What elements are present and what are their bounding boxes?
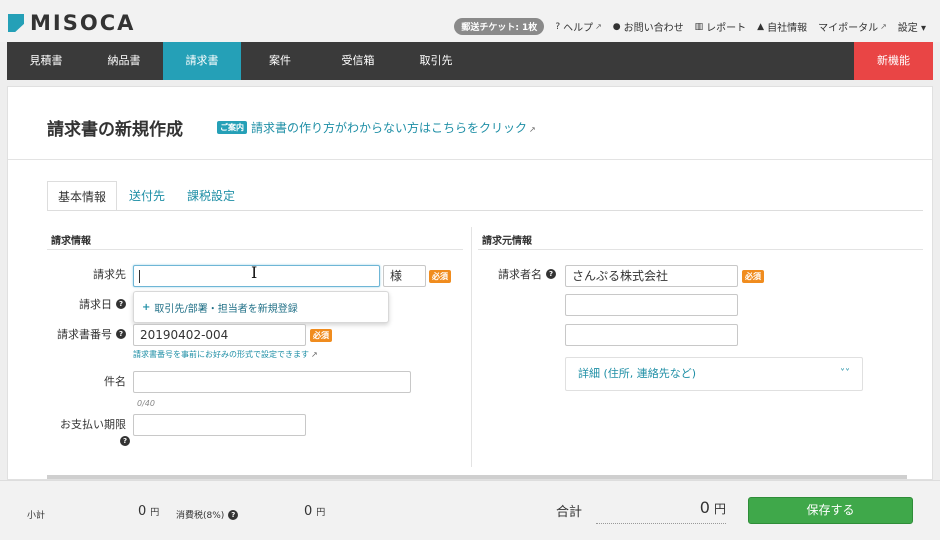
contact-link[interactable]: ● お問い合わせ xyxy=(612,19,684,35)
invoice-number-label: 請求書番号? xyxy=(28,327,126,341)
total-label: 合計 xyxy=(556,505,583,520)
external-link-icon: ↗ xyxy=(595,22,602,31)
divider xyxy=(47,249,463,250)
subject-label: 件名 xyxy=(104,375,126,388)
issuer-name-line3-input[interactable] xyxy=(565,324,738,346)
question-circle-icon[interactable]: ? xyxy=(546,269,556,279)
totals-footer: 小計 0円 消費税(8%)? 0円 合計 0円 保存する xyxy=(0,480,940,540)
divider xyxy=(478,249,923,250)
nav-delivery[interactable]: 納品書 xyxy=(85,42,163,80)
report-link[interactable]: ▥ レポート xyxy=(694,19,747,35)
top-bar: MISOCA 郵送チケット: 1枚 ? ヘルプ ↗ ● お問い合わせ ▥ レポー… xyxy=(0,0,940,42)
logo-mark-icon xyxy=(8,14,24,32)
divider xyxy=(47,210,923,211)
subject-char-counter: 0/40 xyxy=(137,399,155,408)
settings-menu[interactable]: 設定 ▾ xyxy=(898,19,926,34)
subtotal-label: 小計 xyxy=(27,511,46,521)
guide-badge: ご案内 xyxy=(217,121,247,134)
bar-chart-icon: ▥ xyxy=(694,21,704,32)
page-title: 請求書の新規作成 xyxy=(47,120,183,140)
invoice-info-title: 請求情報 xyxy=(51,236,91,247)
due-date-label: お支払い期限 xyxy=(60,418,126,431)
subtotal-value: 0円 xyxy=(138,504,160,519)
guide-link[interactable]: 請求書の作り方がわからない方はこちらをクリック ↗ xyxy=(251,119,536,136)
plus-icon: + xyxy=(142,301,151,313)
invoice-number-hint-link[interactable]: 請求書番号を事前にお好みの形式で設定できます ↗ xyxy=(133,349,318,360)
guide: ご案内 請求書の作り方がわからない方はこちらをクリック ↗ xyxy=(217,119,536,136)
main-nav: 見積書 納品書 請求書 案件 受信箱 取引先 新機能 xyxy=(7,42,933,80)
external-link-icon: ↗ xyxy=(529,125,536,134)
question-circle-icon[interactable]: ? xyxy=(116,329,126,339)
save-button[interactable]: 保存する xyxy=(748,497,913,524)
recipient-dropdown-option[interactable]: + 取引先/部署・担当者を新規登録 xyxy=(133,291,389,323)
chat-bubble-icon: ● xyxy=(612,21,621,32)
required-badge: 必須 xyxy=(742,270,764,283)
form-tabs: 基本情報 送付先 課税設定 xyxy=(47,181,247,211)
issuer-details-toggle[interactable]: 詳細 (住所, 連絡先など) ˅˅ xyxy=(565,357,863,391)
top-links: 郵送チケット: 1枚 ? ヘルプ ↗ ● お問い合わせ ▥ レポート ▲ 自社情… xyxy=(454,18,926,35)
invoice-date-label: 請求日? xyxy=(48,297,126,311)
issuer-name-line2-input[interactable] xyxy=(565,294,738,316)
my-portal-link[interactable]: マイポータル ↗ xyxy=(818,19,887,34)
help-link[interactable]: ? ヘルプ ↗ xyxy=(555,19,602,35)
question-circle-icon: ? xyxy=(555,21,561,32)
question-circle-icon[interactable]: ? xyxy=(228,509,239,520)
external-link-icon: ↗ xyxy=(311,350,318,359)
issuer-name-input[interactable]: さんぷる株式会社 xyxy=(565,265,738,287)
ibeam-cursor-icon: I xyxy=(251,263,258,282)
text-caret xyxy=(139,270,140,283)
tax-label: 消費税(8%)? xyxy=(176,508,239,521)
tab-tax-settings[interactable]: 課税設定 xyxy=(177,181,245,211)
divider xyxy=(8,159,932,160)
required-badge: 必須 xyxy=(310,329,332,342)
mail-ticket-badge[interactable]: 郵送チケット: 1枚 xyxy=(454,18,545,35)
question-circle-icon[interactable]: ? xyxy=(120,436,130,446)
nav-inbox[interactable]: 受信箱 xyxy=(319,42,397,80)
invoice-number-input[interactable]: 20190402-004 xyxy=(133,324,306,346)
double-chevron-down-icon: ˅˅ xyxy=(840,368,850,379)
nav-clients[interactable]: 取引先 xyxy=(397,42,475,80)
due-date-input[interactable] xyxy=(133,414,306,436)
question-circle-icon[interactable]: ? xyxy=(116,299,126,309)
misoca-logo[interactable]: MISOCA xyxy=(8,11,135,35)
divider xyxy=(596,523,726,524)
recipient-label: 請求先 xyxy=(93,268,126,281)
issuer-info-title: 請求元情報 xyxy=(482,236,532,247)
tax-value: 0円 xyxy=(304,504,326,519)
column-divider xyxy=(471,227,472,467)
nav-project[interactable]: 案件 xyxy=(241,42,319,80)
company-info-link[interactable]: ▲ 自社情報 xyxy=(757,19,807,35)
nav-invoice[interactable]: 請求書 xyxy=(163,42,241,80)
total-value: 0円 xyxy=(699,498,726,517)
user-icon: ▲ xyxy=(757,21,765,32)
honorific-input[interactable]: 様 xyxy=(383,265,426,287)
subject-input[interactable] xyxy=(133,371,411,393)
nav-new-feature[interactable]: 新機能 xyxy=(854,42,933,80)
nav-estimate[interactable]: 見積書 xyxy=(7,42,85,80)
external-link-icon: ↗ xyxy=(880,22,887,31)
tab-basic-info[interactable]: 基本情報 xyxy=(47,181,118,211)
invoice-form-panel: 請求書の新規作成 ご案内 請求書の作り方がわからない方はこちらをクリック ↗ 基本… xyxy=(7,86,933,480)
tab-destination[interactable]: 送付先 xyxy=(119,181,175,211)
required-badge: 必須 xyxy=(429,270,451,283)
issuer-name-label: 請求者名? xyxy=(478,267,556,281)
logo-text: MISOCA xyxy=(30,11,136,35)
